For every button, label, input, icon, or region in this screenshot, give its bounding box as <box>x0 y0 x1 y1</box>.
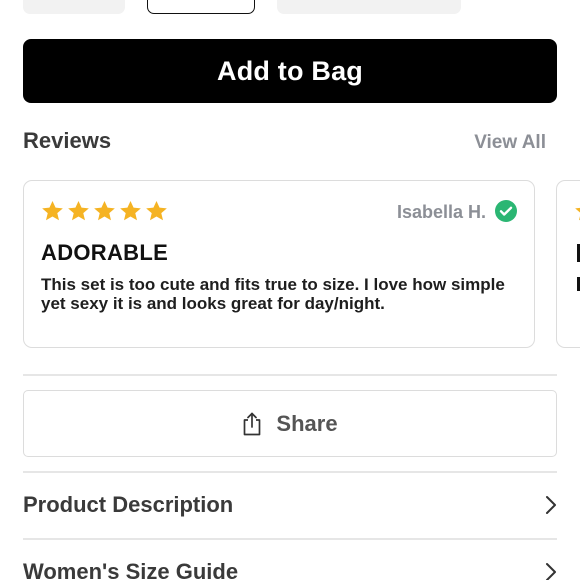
view-all-reviews-link[interactable]: View All <box>474 132 546 154</box>
add-to-bag-button[interactable]: Add to Bag <box>23 39 557 103</box>
review-card[interactable] <box>556 180 580 348</box>
add-to-bag-label: Add to Bag <box>217 55 363 86</box>
star-icon <box>93 200 116 222</box>
chevron-right-icon <box>545 495 557 515</box>
star-icon <box>574 200 580 227</box>
star-icon <box>41 200 64 222</box>
share-button[interactable]: Share <box>23 390 557 457</box>
star-rating <box>41 200 168 222</box>
size-option[interactable] <box>23 0 125 14</box>
divider <box>23 471 557 473</box>
size-option[interactable] <box>277 0 461 14</box>
review-body: This set is too cute and fits true to si… <box>41 275 505 313</box>
reviews-heading: Reviews <box>23 128 112 153</box>
size-option-selected[interactable] <box>147 0 255 14</box>
review-card[interactable]: Isabella H. ADORABLE This set is too cut… <box>23 180 535 348</box>
chevron-right-icon <box>545 562 557 580</box>
review-title: ADORABLE <box>41 240 169 265</box>
star-icon <box>119 200 142 222</box>
divider <box>23 538 557 540</box>
reviewer-name: Isabella H. <box>396 202 486 222</box>
product-page: Add to Bag Reviews View All Isabella H. <box>0 0 580 580</box>
product-description-label: Product Description <box>23 492 234 517</box>
size-guide-label: Women's Size Guide <box>23 559 239 580</box>
product-description-row[interactable]: Product Description <box>23 485 557 525</box>
verified-check-icon <box>495 200 517 222</box>
share-icon <box>242 412 262 436</box>
divider <box>23 374 557 376</box>
star-icon <box>67 200 90 222</box>
size-guide-row[interactable]: Women's Size Guide <box>23 552 557 580</box>
star-icon <box>145 200 168 222</box>
share-label: Share <box>276 410 338 436</box>
